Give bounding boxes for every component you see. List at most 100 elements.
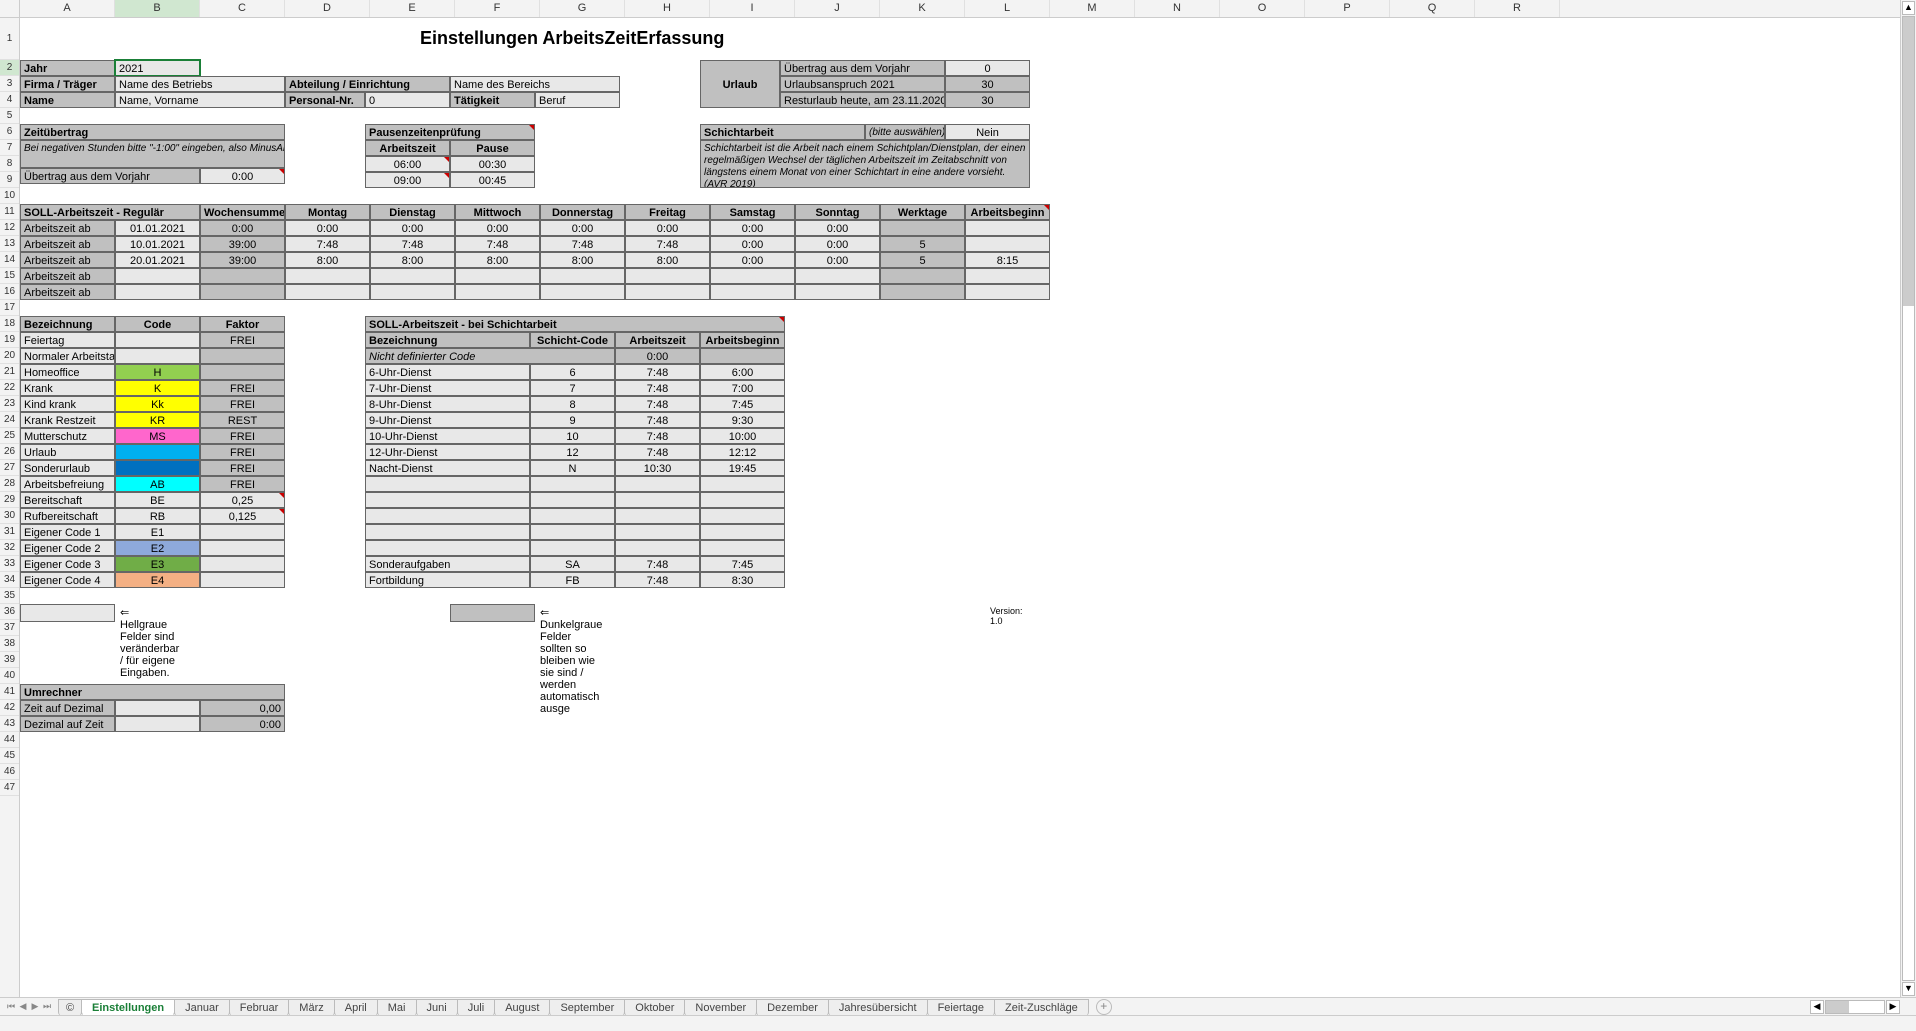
tab-first-icon[interactable]: ⏮: [6, 1001, 16, 1012]
col-header-C[interactable]: C: [200, 0, 285, 17]
schicht-az[interactable]: 7:48: [615, 380, 700, 396]
schicht-name[interactable]: [365, 476, 530, 492]
col-header-J[interactable]: J: [795, 0, 880, 17]
scroll-up-button[interactable]: ▲: [1902, 1, 1915, 15]
col-header-N[interactable]: N: [1135, 0, 1220, 17]
row-header-38[interactable]: 38: [0, 636, 19, 652]
code-code[interactable]: SU: [115, 460, 200, 476]
col-header-Q[interactable]: Q: [1390, 0, 1475, 17]
row-header-37[interactable]: 37: [0, 620, 19, 636]
pausen-arbeitszeit[interactable]: 09:00: [365, 172, 450, 188]
sollreg-date[interactable]: 10.01.2021: [115, 236, 200, 252]
name-input[interactable]: Name, Vorname: [115, 92, 285, 108]
code-name[interactable]: Eigener Code 1: [20, 524, 115, 540]
schicht-name[interactable]: 8-Uhr-Dienst: [365, 396, 530, 412]
schicht-name[interactable]: Nacht-Dienst: [365, 460, 530, 476]
tab-last-icon[interactable]: ⏭: [42, 1001, 52, 1012]
schicht-az[interactable]: 10:30: [615, 460, 700, 476]
schicht-code[interactable]: 12: [530, 444, 615, 460]
code-code[interactable]: AB: [115, 476, 200, 492]
code-name[interactable]: Homeoffice: [20, 364, 115, 380]
taetigkeit-input[interactable]: Beruf: [535, 92, 620, 108]
schicht-name[interactable]: 10-Uhr-Dienst: [365, 428, 530, 444]
sheet-tab-Juli[interactable]: Juli: [457, 999, 496, 1016]
sollreg-day[interactable]: 8:00: [370, 252, 455, 268]
code-code[interactable]: E3: [115, 556, 200, 572]
col-header-O[interactable]: O: [1220, 0, 1305, 17]
schicht-ab[interactable]: [700, 540, 785, 556]
sollreg-day[interactable]: 8:00: [625, 252, 710, 268]
abteilung-input[interactable]: Name des Bereichs: [450, 76, 620, 92]
zeituebertrag-value[interactable]: 0:00: [200, 168, 285, 184]
schicht-az[interactable]: 7:48: [615, 364, 700, 380]
sheet-tab-Einstellungen[interactable]: Einstellungen: [81, 999, 175, 1016]
schicht-az[interactable]: [615, 476, 700, 492]
umrechner-input[interactable]: [115, 700, 200, 716]
code-name[interactable]: Eigener Code 4: [20, 572, 115, 588]
sollreg-date[interactable]: [115, 284, 200, 300]
row-header-29[interactable]: 29: [0, 492, 19, 508]
col-header-L[interactable]: L: [965, 0, 1050, 17]
row-header-15[interactable]: 15: [0, 268, 19, 284]
row-header-19[interactable]: 19: [0, 332, 19, 348]
sheet-tab-November[interactable]: November: [684, 999, 757, 1016]
sollreg-day[interactable]: 0:00: [710, 236, 795, 252]
sollreg-day[interactable]: [795, 268, 880, 284]
row-header-47[interactable]: 47: [0, 780, 19, 796]
sollreg-day[interactable]: 0:00: [285, 220, 370, 236]
code-name[interactable]: Mutterschutz: [20, 428, 115, 444]
schicht-ab[interactable]: [700, 492, 785, 508]
schicht-name[interactable]: 6-Uhr-Dienst: [365, 364, 530, 380]
sollreg-day[interactable]: 8:00: [285, 252, 370, 268]
schicht-ab[interactable]: [700, 508, 785, 524]
row-header-26[interactable]: 26: [0, 444, 19, 460]
sollreg-arbeitsbeginn[interactable]: 8:15: [965, 252, 1050, 268]
sheet-tab-[interactable]: ©: [58, 999, 82, 1016]
code-code[interactable]: H: [115, 364, 200, 380]
scroll-left-button[interactable]: ◀: [1810, 1000, 1824, 1014]
hscroll-thumb[interactable]: [1826, 1001, 1849, 1013]
sheet-tab-April[interactable]: April: [334, 999, 378, 1016]
col-header-K[interactable]: K: [880, 0, 965, 17]
row-header-43[interactable]: 43: [0, 716, 19, 732]
schicht-ab[interactable]: 7:45: [700, 396, 785, 412]
row-header-20[interactable]: 20: [0, 348, 19, 364]
tab-next-icon[interactable]: ▶: [30, 1001, 40, 1012]
add-sheet-button[interactable]: +: [1096, 999, 1112, 1015]
sollreg-day[interactable]: [710, 284, 795, 300]
hscroll-track[interactable]: [1825, 1000, 1885, 1014]
sollreg-arbeitsbeginn[interactable]: [965, 236, 1050, 252]
schicht-ab[interactable]: 12:12: [700, 444, 785, 460]
sollreg-day[interactable]: 0:00: [540, 220, 625, 236]
sollreg-day[interactable]: 0:00: [795, 252, 880, 268]
schicht-az[interactable]: 7:48: [615, 556, 700, 572]
schicht-az[interactable]: [615, 540, 700, 556]
sheet-tab-Januar[interactable]: Januar: [174, 999, 230, 1016]
row-header-36[interactable]: 36: [0, 604, 19, 620]
row-header-34[interactable]: 34: [0, 572, 19, 588]
sollreg-day[interactable]: [285, 284, 370, 300]
code-faktor[interactable]: [200, 572, 285, 588]
row-header-40[interactable]: 40: [0, 668, 19, 684]
row-header-30[interactable]: 30: [0, 508, 19, 524]
umrechner-input[interactable]: [115, 716, 200, 732]
sollreg-day[interactable]: [370, 284, 455, 300]
code-name[interactable]: Arbeitsbefreiung: [20, 476, 115, 492]
col-header-E[interactable]: E: [370, 0, 455, 17]
code-code[interactable]: MS: [115, 428, 200, 444]
code-code[interactable]: K: [115, 380, 200, 396]
code-name[interactable]: Bereitschaft: [20, 492, 115, 508]
schicht-ab[interactable]: 8:30: [700, 572, 785, 588]
sollreg-arbeitsbeginn[interactable]: [965, 268, 1050, 284]
code-faktor[interactable]: 0,25: [200, 492, 285, 508]
col-header-H[interactable]: H: [625, 0, 710, 17]
sollreg-day[interactable]: [370, 268, 455, 284]
schicht-code[interactable]: 6: [530, 364, 615, 380]
sheet-tab-Jahresbersicht[interactable]: Jahresübersicht: [828, 999, 928, 1016]
row-header-12[interactable]: 12: [0, 220, 19, 236]
vscroll-track[interactable]: [1902, 16, 1915, 981]
column-headers[interactable]: A B C D E F G H I J K L M N O P Q R: [0, 0, 1900, 18]
jahr-input[interactable]: 2021: [115, 60, 200, 76]
col-header-G[interactable]: G: [540, 0, 625, 17]
row-header-24[interactable]: 24: [0, 412, 19, 428]
